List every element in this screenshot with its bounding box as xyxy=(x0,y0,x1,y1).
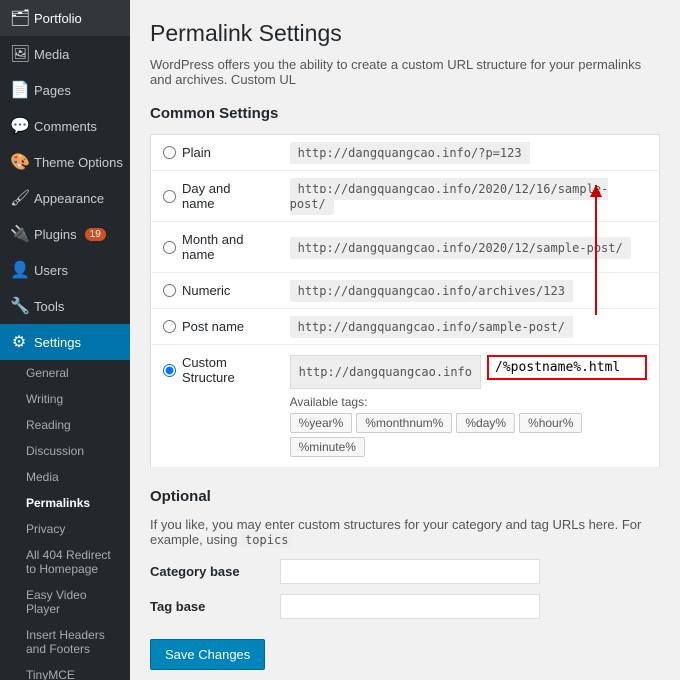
media-icon: 🖼 xyxy=(10,44,28,64)
day-name-url: http://dangquangcao.info/2020/12/16/samp… xyxy=(290,178,609,215)
optional-description: If you like, you may enter custom struct… xyxy=(150,517,660,547)
day-name-option[interactable]: Day and name xyxy=(163,181,266,211)
category-base-row: Category base xyxy=(150,559,660,584)
sidebar-item-media[interactable]: 🖼 Media xyxy=(0,36,130,72)
table-row: Month and name http://dangquangcao.info/… xyxy=(151,222,660,273)
plugins-badge: 19 xyxy=(85,228,106,241)
category-base-label: Category base xyxy=(150,564,270,579)
tag-day[interactable]: %day% xyxy=(456,413,515,433)
post-name-option[interactable]: Post name xyxy=(163,319,266,334)
sidebar-sub-item-permalinks[interactable]: Permalinks xyxy=(0,490,130,516)
sidebar-sub-item-reading[interactable]: Reading xyxy=(0,412,130,438)
month-name-url: http://dangquangcao.info/2020/12/sample-… xyxy=(290,237,631,259)
plain-radio[interactable] xyxy=(163,146,176,159)
portfolio-icon: 🗂 xyxy=(10,8,28,28)
optional-code-example: topics xyxy=(241,532,292,548)
sidebar-sub-item-all-404[interactable]: All 404 Redirect to Homepage xyxy=(0,542,130,582)
custom-structure-option[interactable]: Custom Structure xyxy=(163,355,266,385)
appearance-icon: 🖌 xyxy=(10,188,28,208)
sidebar-item-theme-options[interactable]: 🎨 Theme Options xyxy=(0,144,130,180)
custom-radio[interactable] xyxy=(163,364,176,377)
theme-options-icon: 🎨 xyxy=(10,152,28,172)
month-name-radio[interactable] xyxy=(163,241,176,254)
available-tags-label: Available tags: xyxy=(290,395,647,409)
page-title: Permalink Settings xyxy=(150,20,660,47)
sidebar-item-tools[interactable]: 🔧 Tools xyxy=(0,288,130,324)
optional-heading: Optional xyxy=(150,488,660,505)
comments-icon: 💬 xyxy=(10,116,28,136)
sidebar-item-portfolio[interactable]: 🗂 Portfolio xyxy=(0,0,130,36)
sidebar-sub-item-general[interactable]: General xyxy=(0,360,130,386)
month-name-option[interactable]: Month and name xyxy=(163,232,266,262)
table-row: Plain http://dangquangcao.info/?p=123 xyxy=(151,135,660,171)
page-description: WordPress offers you the ability to crea… xyxy=(150,57,660,87)
sidebar-item-pages[interactable]: 📄 Pages xyxy=(0,72,130,108)
post-name-radio[interactable] xyxy=(163,320,176,333)
sidebar-sub-item-insert-headers[interactable]: Insert Headers and Footers xyxy=(0,622,130,662)
sidebar: 🗂 Portfolio 🖼 Media 📄 Pages 💬 Comments 🎨… xyxy=(0,0,130,680)
table-row: Numeric http://dangquangcao.info/archive… xyxy=(151,273,660,309)
sidebar-sub-item-writing[interactable]: Writing xyxy=(0,386,130,412)
table-row: Day and name http://dangquangcao.info/20… xyxy=(151,171,660,222)
optional-section: Optional If you like, you may enter cust… xyxy=(150,488,660,670)
sidebar-item-plugins[interactable]: 🔌 Plugins 19 xyxy=(0,216,130,252)
sidebar-sub-item-tinymce[interactable]: TinyMCE Advanced xyxy=(0,662,130,680)
save-changes-button[interactable]: Save Changes xyxy=(150,639,265,670)
custom-structure-input[interactable] xyxy=(487,355,647,380)
tag-monthnum[interactable]: %monthnum% xyxy=(356,413,452,433)
post-name-url: http://dangquangcao.info/sample-post/ xyxy=(290,316,573,338)
sidebar-item-appearance[interactable]: 🖌 Appearance xyxy=(0,180,130,216)
sidebar-sub-item-media[interactable]: Media xyxy=(0,464,130,490)
tag-year[interactable]: %year% xyxy=(290,413,353,433)
tools-icon: 🔧 xyxy=(10,296,28,316)
plugins-icon: 🔌 xyxy=(10,224,28,244)
sidebar-sub-item-privacy[interactable]: Privacy xyxy=(0,516,130,542)
url-prefix: http://dangquangcao.info xyxy=(290,355,481,389)
tag-base-input[interactable] xyxy=(280,594,540,619)
sidebar-item-comments[interactable]: 💬 Comments xyxy=(0,108,130,144)
tag-minute[interactable]: %minute% xyxy=(290,437,365,457)
plain-url: http://dangquangcao.info/?p=123 xyxy=(290,142,530,164)
tag-hour[interactable]: %hour% xyxy=(519,413,582,433)
sidebar-item-settings[interactable]: ⚙ Settings xyxy=(0,324,130,360)
tag-base-label: Tag base xyxy=(150,599,270,614)
tags-row: %year% %monthnum% %day% %hour% %minute% xyxy=(290,413,647,457)
numeric-option[interactable]: Numeric xyxy=(163,283,266,298)
sidebar-sub-item-discussion[interactable]: Discussion xyxy=(0,438,130,464)
numeric-radio[interactable] xyxy=(163,284,176,297)
main-content: Permalink Settings WordPress offers you … xyxy=(130,0,680,680)
category-base-input[interactable] xyxy=(280,559,540,584)
table-row: Post name http://dangquangcao.info/sampl… xyxy=(151,309,660,345)
pages-icon: 📄 xyxy=(10,80,28,100)
sidebar-sub-item-easy-video[interactable]: Easy Video Player xyxy=(0,582,130,622)
permalink-options-table: Plain http://dangquangcao.info/?p=123 Da… xyxy=(150,134,660,468)
settings-icon: ⚙ xyxy=(10,332,28,352)
users-icon: 👤 xyxy=(10,260,28,280)
table-row: Custom Structure http://dangquangcao.inf… xyxy=(151,345,660,468)
numeric-url: http://dangquangcao.info/archives/123 xyxy=(290,280,573,302)
day-name-radio[interactable] xyxy=(163,190,176,203)
common-settings-heading: Common Settings xyxy=(150,105,660,122)
plain-option[interactable]: Plain xyxy=(163,145,266,160)
sidebar-item-users[interactable]: 👤 Users xyxy=(0,252,130,288)
custom-structure-input-wrap: http://dangquangcao.info xyxy=(290,355,647,389)
tag-base-row: Tag base xyxy=(150,594,660,619)
